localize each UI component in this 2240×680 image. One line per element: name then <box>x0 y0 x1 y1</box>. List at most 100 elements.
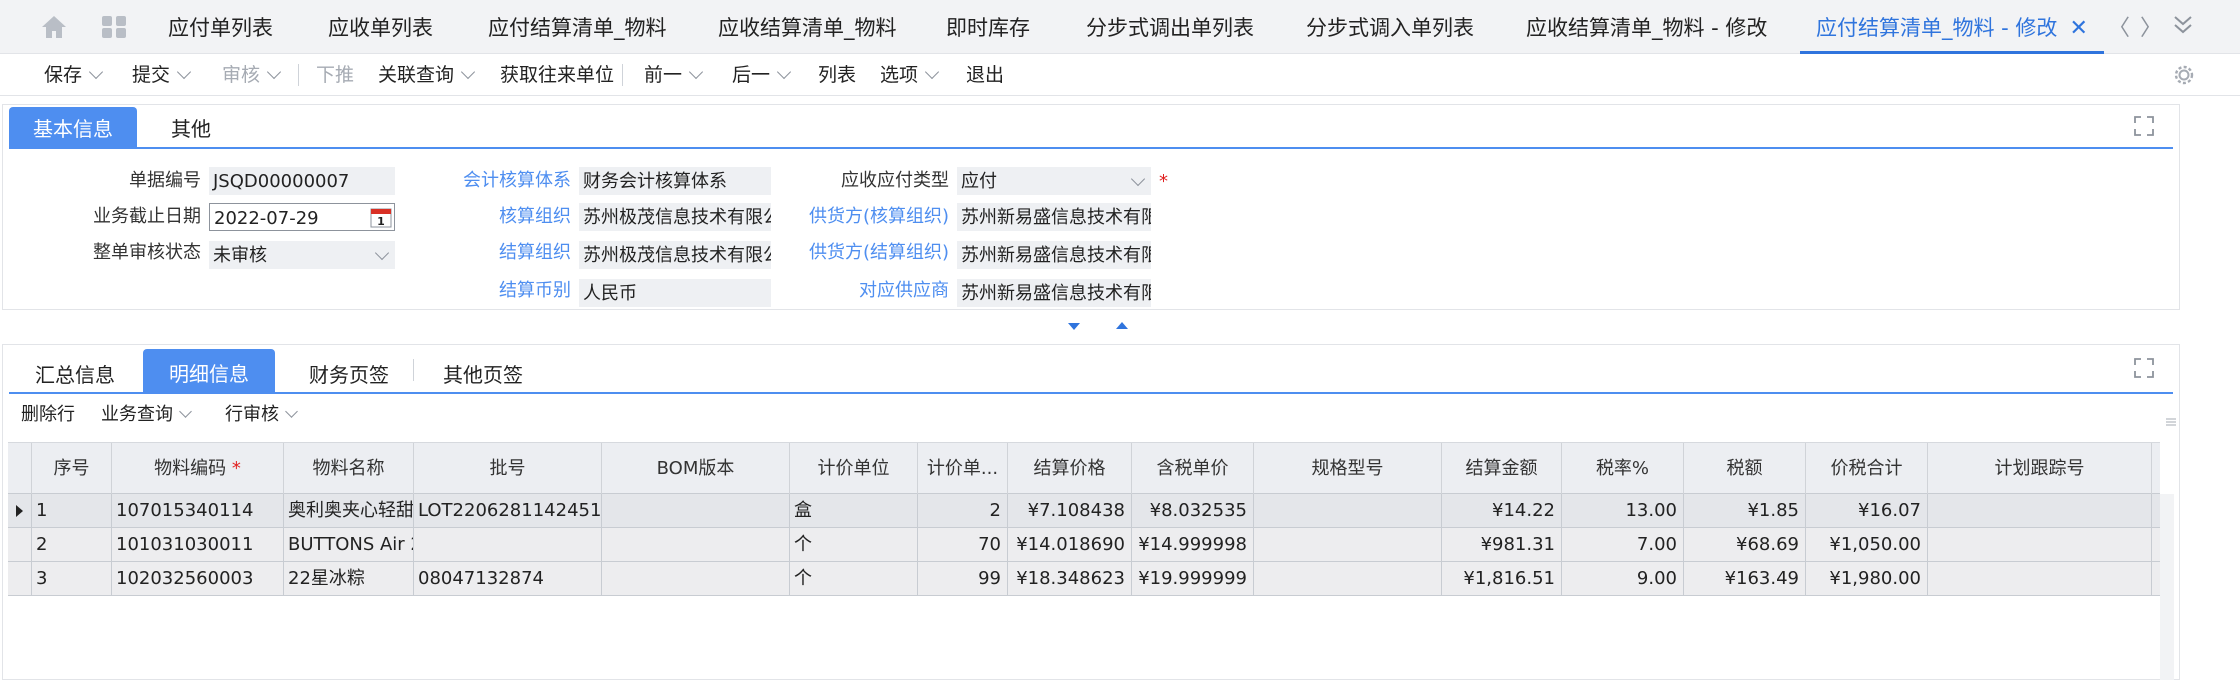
col-plan-track[interactable]: 计划跟踪号 <box>1928 443 2152 495</box>
col-seq[interactable]: 序号 <box>32 443 112 495</box>
cell-bom[interactable] <box>602 562 790 596</box>
collapse-down-icon[interactable] <box>1068 323 1080 330</box>
cell-price-unit[interactable]: 个 <box>790 528 918 562</box>
col-batch[interactable]: 批号 <box>414 443 602 495</box>
audit-status-select[interactable]: 未审核 <box>209 241 395 269</box>
cell-tax-price[interactable]: ¥8.032535 <box>1132 494 1254 528</box>
cell-spec[interactable] <box>1254 528 1442 562</box>
row-audit-button[interactable]: 行审核 <box>225 401 298 429</box>
cell-price-unit[interactable]: 个 <box>790 562 918 596</box>
chevron-left-icon[interactable]: 〈 <box>2108 10 2130 42</box>
accounting-system-field[interactable]: 财务会计核算体系 <box>579 167 771 195</box>
cell-price-unit[interactable]: 盒 <box>790 494 918 528</box>
push-down-button[interactable]: 下推 <box>316 54 354 96</box>
cell-total[interactable]: ¥1,980.00 <box>1806 562 1928 596</box>
ar-ap-type-select[interactable]: 应付 <box>957 167 1151 195</box>
cell-settle-price[interactable]: ¥14.018690 <box>1008 528 1132 562</box>
grid-vertical-scrollbar[interactable] <box>2160 494 2174 680</box>
col-total[interactable]: 价税合计 <box>1806 443 1928 495</box>
delete-row-button[interactable]: 删除行 <box>21 401 75 429</box>
cell-tax-rate[interactable]: 13.00 <box>1562 494 1684 528</box>
linked-query-button[interactable]: 关联查询 <box>378 54 476 96</box>
calendar-icon[interactable]: 1 <box>370 206 392 228</box>
cell-batch[interactable]: LOT2206281142451 <box>414 494 602 528</box>
tab-summary[interactable]: 汇总信息 <box>19 353 131 393</box>
tab-transfer-out-list[interactable]: 分步式调出单列表 <box>1086 0 1254 54</box>
tab-ar-settlement-list[interactable]: 应收结算清单_物料 <box>718 0 897 54</box>
cell-spec[interactable] <box>1254 562 1442 596</box>
cell-tax-price[interactable]: ¥19.999999 <box>1132 562 1254 596</box>
tab-transfer-in-list[interactable]: 分步式调入单列表 <box>1306 0 1474 54</box>
cell-settle-price[interactable]: ¥7.108438 <box>1008 494 1132 528</box>
list-button[interactable]: 列表 <box>818 54 856 96</box>
accounting-org-field[interactable]: 苏州极茂信息技术有限公司 <box>579 203 771 231</box>
supplier-settle-field[interactable]: 苏州新易盛信息技术有限公司 <box>957 241 1151 269</box>
tab-ap-settlement-list[interactable]: 应付结算清单_物料 <box>488 0 667 54</box>
col-bom[interactable]: BOM版本 <box>602 443 790 495</box>
tab-realtime-inventory[interactable]: 即时库存 <box>946 0 1030 54</box>
cell-material-name[interactable]: BUTTONS Air 2 <box>284 528 414 562</box>
cell-tax-rate[interactable]: 9.00 <box>1562 562 1684 596</box>
settle-currency-field[interactable]: 人民币 <box>579 279 771 307</box>
cell-settle-amount[interactable]: ¥14.22 <box>1442 494 1562 528</box>
fullscreen-icon[interactable] <box>2133 115 2155 137</box>
cell-price-qty[interactable]: 99 <box>918 562 1008 596</box>
doc-no-field[interactable]: JSQD00000007 <box>209 167 395 195</box>
col-settle-amount[interactable]: 结算金额 <box>1442 443 1562 495</box>
cell-price-qty[interactable]: 2 <box>918 494 1008 528</box>
cell-tax[interactable]: ¥163.49 <box>1684 562 1806 596</box>
cell-tax[interactable]: ¥1.85 <box>1684 494 1806 528</box>
home-icon[interactable] <box>40 14 68 40</box>
cutoff-date-field[interactable]: 2022-07-29 1 <box>209 203 395 231</box>
cell-material-code[interactable]: 101031030011 <box>112 528 284 562</box>
tab-detail[interactable]: 明细信息 <box>143 349 275 393</box>
collapse-up-icon[interactable] <box>1116 322 1128 329</box>
chevron-right-icon[interactable]: 〉 <box>2140 10 2162 42</box>
submit-button[interactable]: 提交 <box>132 54 192 96</box>
col-material-code[interactable]: 物料编码 * <box>112 443 284 495</box>
cell-total[interactable]: ¥1,050.00 <box>1806 528 1928 562</box>
biz-query-button[interactable]: 业务查询 <box>101 401 192 429</box>
tab-finance[interactable]: 财务页签 <box>293 353 405 393</box>
cell-seq[interactable]: 3 <box>32 562 112 596</box>
cell-settle-amount[interactable]: ¥1,816.51 <box>1442 562 1562 596</box>
cell-plan-track[interactable] <box>1928 562 2152 596</box>
save-button[interactable]: 保存 <box>44 54 104 96</box>
cell-plan-track[interactable] <box>1928 494 2152 528</box>
grid-options-icon[interactable] <box>2165 417 2177 427</box>
cell-spec[interactable] <box>1254 494 1442 528</box>
get-partner-button[interactable]: 获取往来单位 <box>500 54 614 96</box>
next-record-button[interactable]: 后一 <box>732 54 792 96</box>
col-tax-price[interactable]: 含税单价 <box>1132 443 1254 495</box>
fullscreen-icon[interactable] <box>2133 357 2155 379</box>
col-tax-rate[interactable]: 税率% <box>1562 443 1684 495</box>
audit-button[interactable]: 审核 <box>222 54 282 96</box>
cell-batch[interactable]: 08047132874 <box>414 562 602 596</box>
tab-basic-info[interactable]: 基本信息 <box>9 107 137 147</box>
col-spec[interactable]: 规格型号 <box>1254 443 1442 495</box>
tab-other-page[interactable]: 其他页签 <box>423 353 543 393</box>
options-button[interactable]: 选项 <box>880 54 940 96</box>
col-price-qty[interactable]: 计价单... <box>918 443 1008 495</box>
cell-material-name[interactable]: 22星冰粽 <box>284 562 414 596</box>
col-price-unit[interactable]: 计价单位 <box>790 443 918 495</box>
double-chevron-down-icon[interactable] <box>2172 14 2194 36</box>
supplier-acct-field[interactable]: 苏州新易盛信息技术有限公司 <box>957 203 1151 231</box>
col-material-name[interactable]: 物料名称 <box>284 443 414 495</box>
table-row[interactable]: 3 102032560003 22星冰粽 08047132874 个 99 ¥1… <box>8 562 2160 596</box>
tab-ar-list[interactable]: 应收单列表 <box>328 0 433 54</box>
tab-ap-settlement-edit[interactable]: 应付结算清单_物料 - 修改 ✕ <box>1800 0 2104 54</box>
tab-ar-settlement-edit[interactable]: 应收结算清单_物料 - 修改 <box>1526 0 1767 54</box>
cell-price-qty[interactable]: 70 <box>918 528 1008 562</box>
cell-material-code[interactable]: 107015340114 <box>112 494 284 528</box>
apps-grid-icon[interactable] <box>100 14 128 40</box>
prev-record-button[interactable]: 前一 <box>644 54 704 96</box>
cell-material-name[interactable]: 奥利奥夹心轻甜 <box>284 494 414 528</box>
cell-settle-price[interactable]: ¥18.348623 <box>1008 562 1132 596</box>
col-settle-price[interactable]: 结算价格 <box>1008 443 1132 495</box>
cell-total[interactable]: ¥16.07 <box>1806 494 1928 528</box>
tab-other[interactable]: 其他 <box>149 107 233 147</box>
exit-button[interactable]: 退出 <box>966 54 1004 96</box>
cell-tax-rate[interactable]: 7.00 <box>1562 528 1684 562</box>
cell-seq[interactable]: 2 <box>32 528 112 562</box>
